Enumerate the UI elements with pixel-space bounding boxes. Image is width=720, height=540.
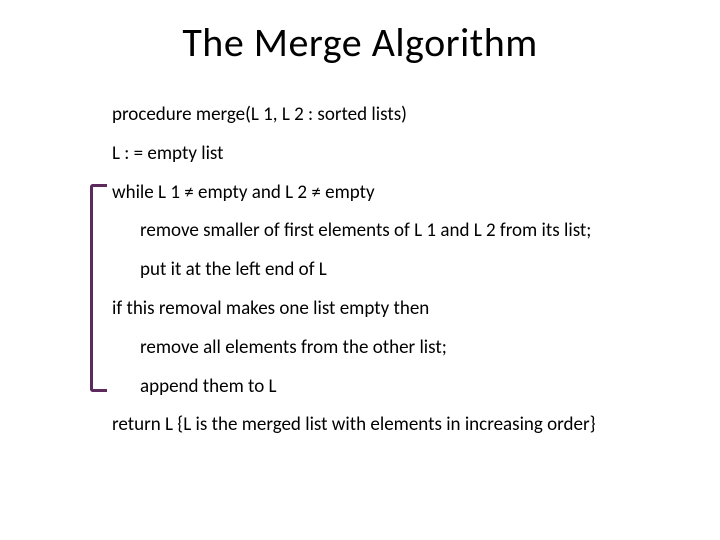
line-procedure: procedure merge(L 1, L 2 : sorted lists) bbox=[112, 104, 652, 127]
line-return: return L {L is the merged list with elem… bbox=[112, 414, 652, 437]
slide: The Merge Algorithm procedure merge(L 1,… bbox=[0, 0, 720, 540]
line-remove-smaller: remove smaller of first elements of L 1 … bbox=[112, 220, 652, 243]
slide-body: procedure merge(L 1, L 2 : sorted lists)… bbox=[112, 104, 652, 453]
line-put-left: put it at the left end of L bbox=[112, 259, 652, 282]
line-if-empty: if this removal makes one list empty the… bbox=[112, 298, 652, 321]
line-append: append them to L bbox=[112, 376, 652, 399]
line-init: L : = empty list bbox=[112, 143, 652, 166]
line-remove-all: remove all elements from the other list; bbox=[112, 337, 652, 360]
loop-block: while L 1 ≠ empty and L 2 ≠ empty remove… bbox=[112, 182, 652, 399]
slide-title: The Merge Algorithm bbox=[0, 18, 720, 67]
line-while: while L 1 ≠ empty and L 2 ≠ empty bbox=[112, 182, 652, 205]
bracket-icon bbox=[90, 184, 107, 393]
